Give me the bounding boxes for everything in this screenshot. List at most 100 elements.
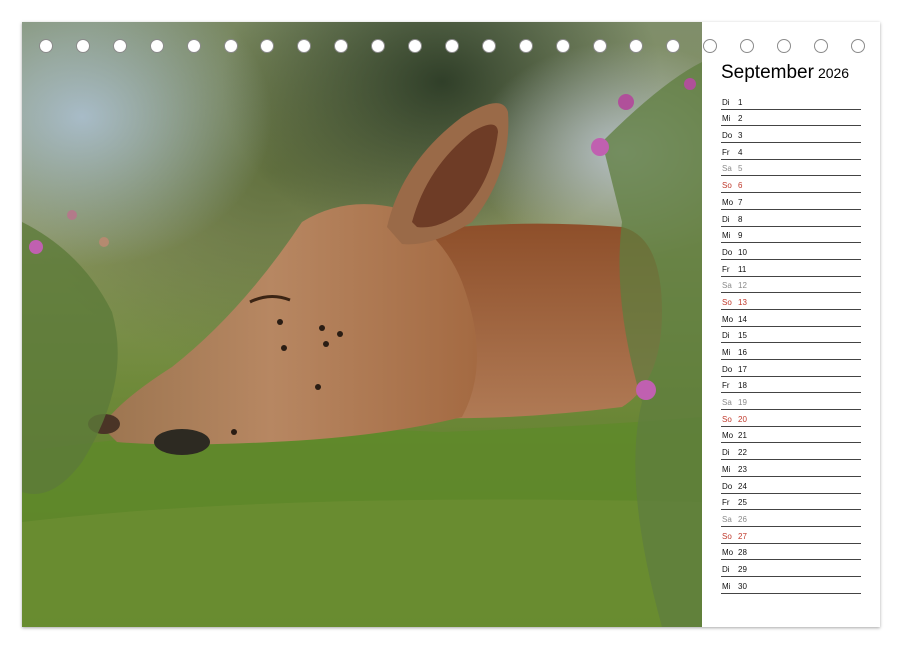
day-number: 2 <box>738 114 743 124</box>
weekday-label: Di <box>722 214 730 224</box>
binding-ring <box>371 39 386 53</box>
day-number: 23 <box>738 464 747 474</box>
binding-ring <box>39 39 53 53</box>
day-row: Do 24 <box>721 477 861 494</box>
day-number: 7 <box>738 197 743 207</box>
binding-ring <box>518 39 533 53</box>
day-number: 1 <box>738 97 743 107</box>
weekday-label: Do <box>722 247 733 257</box>
month-title: September 2026 <box>721 62 849 84</box>
binding-ring <box>75 39 90 53</box>
weekday-label: Fr <box>722 147 730 157</box>
day-row: So 13 <box>721 293 861 310</box>
day-row: Di 22 <box>721 443 861 461</box>
day-number: 3 <box>738 131 743 141</box>
binding-ring <box>592 39 607 53</box>
day-row: Sa 19 <box>721 393 861 411</box>
day-row: Di 29 <box>721 560 861 577</box>
weekday-label: Di <box>722 564 730 574</box>
calendar-page: September 2026 Di 1 Mi 2 Do 3 Fr 4 Sa 5 So 6 Mo 7 Di 8 Mi… <box>22 22 880 627</box>
weekday-label: Sa <box>722 281 732 291</box>
weekday-label: So <box>722 297 732 307</box>
day-number: 8 <box>738 214 743 224</box>
weekday-label: Di <box>722 331 730 341</box>
deer-illustration <box>22 62 702 627</box>
day-number: 22 <box>738 448 747 458</box>
day-row: Fr 25 <box>721 494 861 511</box>
day-row: Mi 23 <box>721 460 861 477</box>
day-row: Do 10 <box>721 243 861 260</box>
weekday-label: Mi <box>722 464 731 474</box>
weekday-label: So <box>722 531 732 541</box>
weekday-label: Do <box>722 131 733 141</box>
weekday-label: Mi <box>722 231 731 241</box>
binding-ring <box>112 39 127 53</box>
weekday-label: Do <box>722 364 733 374</box>
weekday-label: Mi <box>722 581 731 591</box>
weekday-label: Fr <box>722 381 730 391</box>
day-row: Fr 4 <box>721 143 861 160</box>
weekday-label: Mi <box>722 348 731 357</box>
day-number: 5 <box>738 164 743 174</box>
weekday-label: Mo <box>722 548 734 558</box>
weekday-label: Mi <box>722 114 731 124</box>
binding-ring <box>223 39 238 53</box>
weekday-label: Fr <box>722 498 730 508</box>
day-row: Di 8 <box>721 210 861 227</box>
day-number: 21 <box>738 431 747 441</box>
day-row: So 27 <box>721 527 861 544</box>
day-list: Di 1 Mi 2 Do 3 Fr 4 Sa 5 So 6 Mo 7 Di 8 Mi 9 Do 10 Fr 11 Sa 12 S… <box>721 93 861 594</box>
day-number: 9 <box>738 231 743 241</box>
weekday-label: Mo <box>722 197 734 207</box>
month-year: 2026 <box>817 65 850 81</box>
day-number: 17 <box>738 364 747 374</box>
weekday-label: Sa <box>722 514 732 524</box>
day-number: 20 <box>738 414 747 424</box>
day-number: 18 <box>738 381 747 391</box>
day-row: Mo 14 <box>721 310 861 327</box>
day-row: Do 3 <box>721 126 861 144</box>
day-number: 28 <box>738 548 747 558</box>
day-row: Sa 12 <box>721 277 861 294</box>
day-number: 16 <box>738 348 747 357</box>
day-number: 15 <box>738 331 747 341</box>
binding-ring <box>186 39 201 53</box>
weekday-label: So <box>722 181 732 191</box>
day-number: 29 <box>738 564 747 574</box>
day-row: Fr 18 <box>721 377 861 394</box>
weekday-label: Fr <box>722 264 730 274</box>
binding-ring <box>740 39 755 53</box>
weekday-label: Sa <box>722 398 732 408</box>
day-row: So 20 <box>721 410 861 427</box>
day-row: Mo 7 <box>721 193 861 210</box>
day-number: 25 <box>738 498 747 508</box>
month-name: September <box>721 62 814 83</box>
day-row: Di 1 <box>721 93 861 110</box>
binding-ring <box>777 39 791 53</box>
day-number: 12 <box>738 281 747 291</box>
day-row: So 6 <box>721 176 861 194</box>
weekday-label: Di <box>722 97 730 107</box>
binding-ring <box>444 39 459 53</box>
day-number: 27 <box>738 531 747 541</box>
binding-ring <box>149 39 164 53</box>
day-number: 11 <box>738 264 747 274</box>
day-number: 19 <box>738 398 747 408</box>
binding-ring <box>555 39 570 53</box>
weekday-label: Di <box>722 448 730 458</box>
day-row: Mi 9 <box>721 227 861 244</box>
deer-photo <box>22 22 702 627</box>
binding-ring <box>481 39 496 53</box>
day-number: 10 <box>738 247 747 257</box>
weekday-label: So <box>722 414 732 424</box>
day-row: Sa 5 <box>721 160 861 177</box>
weekday-label: Mo <box>722 314 734 324</box>
day-number: 4 <box>738 147 743 157</box>
day-row: Fr 11 <box>721 260 861 277</box>
day-number: 26 <box>738 514 747 524</box>
binding-ring <box>850 39 865 53</box>
weekday-label: Sa <box>722 164 732 174</box>
weekday-label: Mo <box>722 431 734 441</box>
day-row: Di 15 <box>721 327 861 344</box>
day-number: 14 <box>738 314 747 324</box>
